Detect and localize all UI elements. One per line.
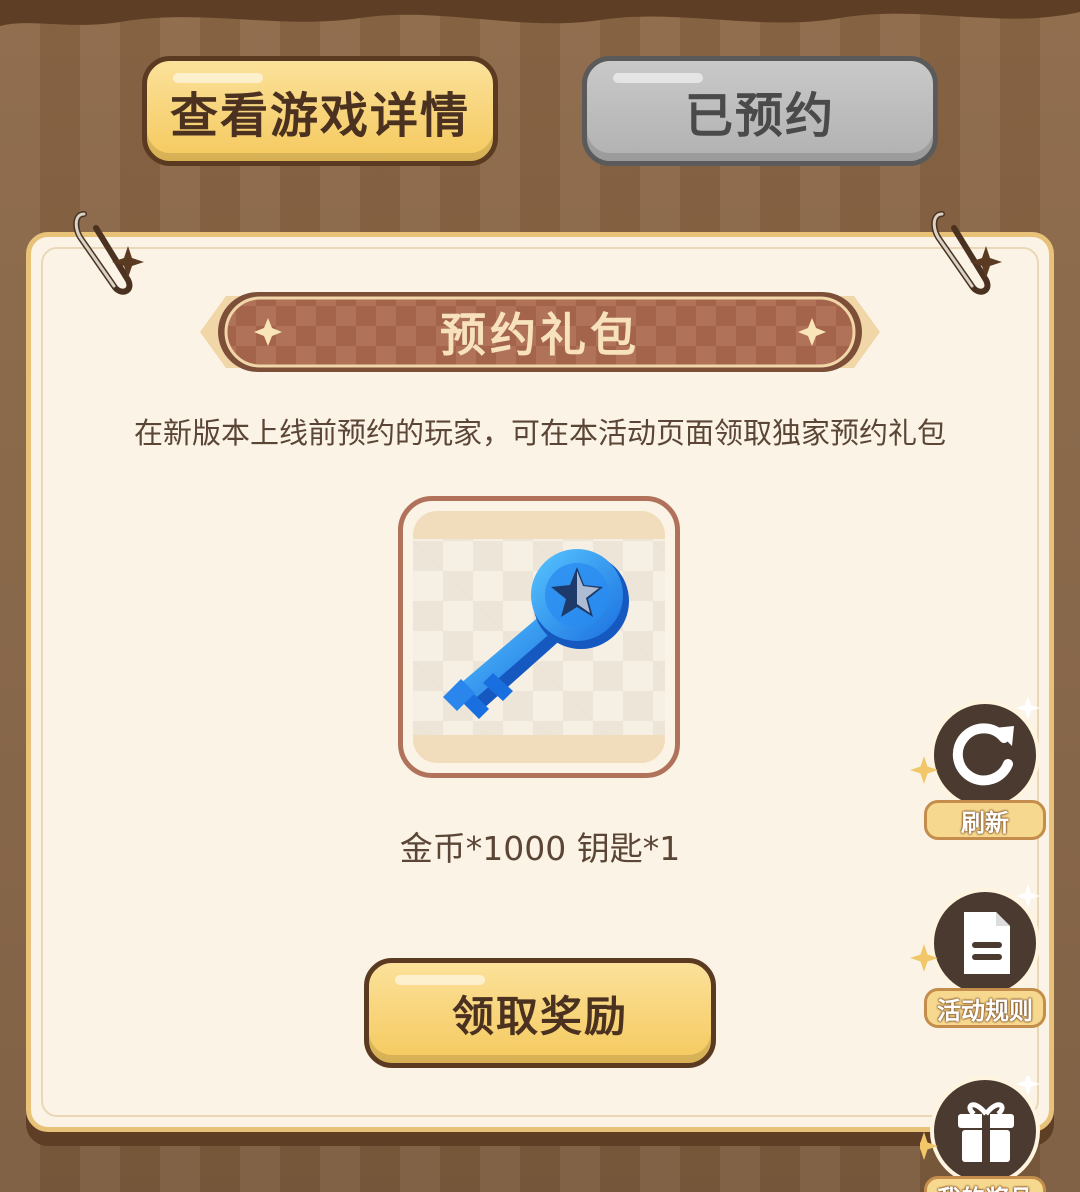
reward-item-card [398,496,680,778]
reserved-button[interactable]: 已预约 [582,56,938,166]
my-prizes-side-button[interactable]: 我的奖品 [920,1076,1050,1192]
sparkle-icon [1016,696,1040,720]
reserved-label: 已预约 [684,88,835,144]
reservation-description: 在新版本上线前预约的玩家，可在本活动页面领取独家预约礼包 [133,416,946,450]
view-game-details-button[interactable]: 查看游戏详情 [142,56,498,166]
panel-title: 预约礼包 [440,308,640,362]
rules-side-button[interactable]: 活动规则 [910,884,1050,1032]
sparkle-icon [910,944,938,972]
title-ribbon: 预约礼包 [196,286,884,378]
my-prizes-label: 我的奖品 [924,1176,1046,1192]
reward-item-frame [413,511,665,763]
sparkle-icon [1016,1076,1040,1096]
claim-reward-label: 领取奖励 [451,991,628,1041]
claim-reward-button[interactable]: 领取奖励 [364,958,716,1068]
refresh-label: 刷新 [924,800,1046,840]
item-band-top [413,511,665,539]
rules-label: 活动规则 [924,988,1046,1028]
sparkle-icon [920,1132,938,1160]
reward-contents-text: 金币*1000 钥匙*1 [399,829,681,868]
view-game-details-label: 查看游戏详情 [169,88,470,144]
right-pin-icon [931,211,1002,295]
sparkle-icon [910,756,938,784]
top-wave-decoration [0,0,1080,26]
blue-star-key-icon [443,549,629,719]
refresh-side-button[interactable]: 刷新 [910,696,1050,844]
sparkle-icon [1016,884,1040,908]
left-pin-icon [73,211,144,295]
